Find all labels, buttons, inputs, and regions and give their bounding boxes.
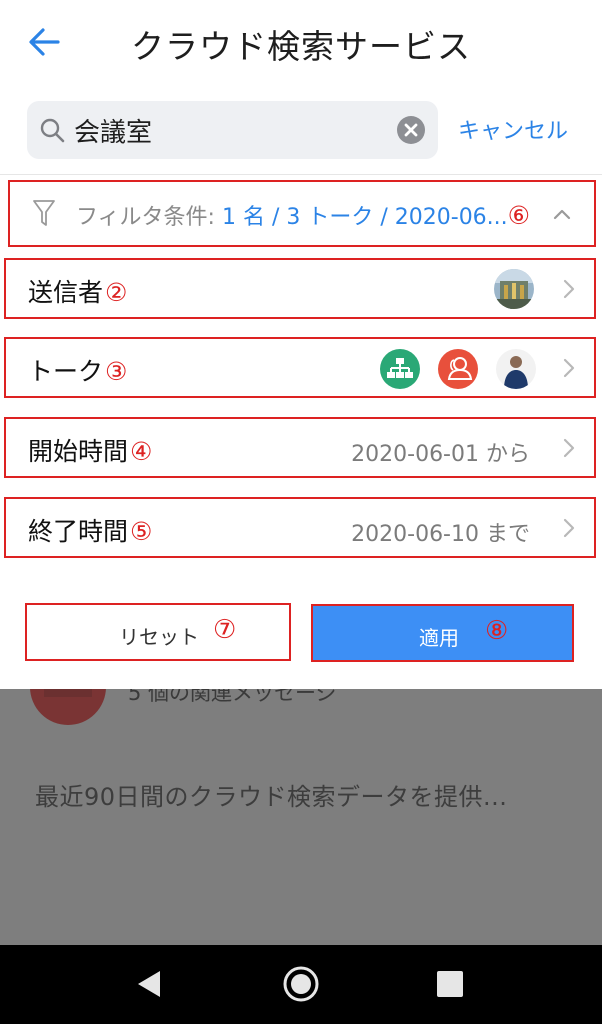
building-photo-icon xyxy=(494,269,534,309)
search-input[interactable]: 会議室 xyxy=(74,112,152,149)
end-time-label: 終了時間 xyxy=(28,517,129,546)
search-info-text: 最近90日間のクラウド検索データを提供... xyxy=(35,783,508,811)
chevron-up-icon[interactable] xyxy=(550,202,574,226)
divider xyxy=(0,174,602,175)
dimmed-overlay[interactable]: 5 個の関連メッセージ 最近90日間のクラウド検索データを提供... xyxy=(0,689,602,945)
avatar xyxy=(494,269,534,309)
annotation-marker: ④ xyxy=(130,437,153,466)
nav-recents-icon[interactable] xyxy=(437,971,463,997)
nav-back-icon[interactable] xyxy=(136,969,162,999)
end-time-row[interactable]: 終了時間⑤ 2020-06-10 まで xyxy=(4,497,596,558)
page-title: クラウド検索サービス xyxy=(131,27,471,66)
annotation-marker: ⑧ xyxy=(485,616,509,646)
annotation-marker: ⑥ xyxy=(507,201,531,230)
avatar xyxy=(496,349,536,389)
chevron-right-icon xyxy=(563,518,575,538)
annotation-marker: ③ xyxy=(105,357,128,386)
start-time-label: 開始時間 xyxy=(28,437,129,466)
end-time-value: 2020-06-10 まで xyxy=(351,522,530,547)
annotation-marker: ② xyxy=(105,278,128,307)
close-icon xyxy=(404,123,418,137)
chevron-right-icon xyxy=(563,358,575,378)
filter-icon xyxy=(33,200,55,226)
filter-summary-text: フィルタ条件: 1 名 / 3 トーク / 2020-06...⑥ xyxy=(76,199,530,231)
start-time-value: 2020-06-01 から xyxy=(351,442,530,467)
org-chart-icon xyxy=(380,349,420,389)
chevron-right-icon xyxy=(563,279,575,299)
filter-label: フィルタ条件: xyxy=(76,205,215,230)
annotation-marker: ⑦ xyxy=(213,615,237,645)
app-header: クラウド検索サービス xyxy=(0,0,602,86)
annotation-marker: ⑤ xyxy=(130,517,153,546)
result-icon-bar xyxy=(44,689,92,697)
system-navigation-bar xyxy=(0,945,602,1024)
apply-label: 適用 xyxy=(419,626,459,650)
filter-value: 1 名 / 3 トーク / 2020-06... xyxy=(221,205,508,230)
reset-button[interactable]: リセット ⑦ xyxy=(25,603,291,661)
nav-home-icon[interactable] xyxy=(283,966,319,1002)
cancel-button[interactable]: キャンセル xyxy=(458,113,568,145)
clear-search-button[interactable] xyxy=(397,116,425,144)
filter-summary-bar[interactable]: フィルタ条件: 1 名 / 3 トーク / 2020-06...⑥ xyxy=(8,180,596,247)
apply-button[interactable]: 適用 ⑧ xyxy=(311,604,574,662)
person-photo-icon xyxy=(496,349,536,389)
group-user-icon xyxy=(438,349,478,389)
related-messages-text: 5 個の関連メッセージ xyxy=(128,689,337,705)
talk-label: トーク xyxy=(28,357,104,386)
chevron-right-icon xyxy=(563,438,575,458)
sender-row[interactable]: 送信者② xyxy=(4,258,596,319)
search-box[interactable]: 会議室 xyxy=(27,101,438,159)
talk-row[interactable]: トーク③ xyxy=(4,337,596,398)
sender-label: 送信者 xyxy=(28,278,104,307)
search-icon xyxy=(40,118,65,143)
reset-label: リセット xyxy=(119,625,199,649)
start-time-row[interactable]: 開始時間④ 2020-06-01 から xyxy=(4,417,596,478)
